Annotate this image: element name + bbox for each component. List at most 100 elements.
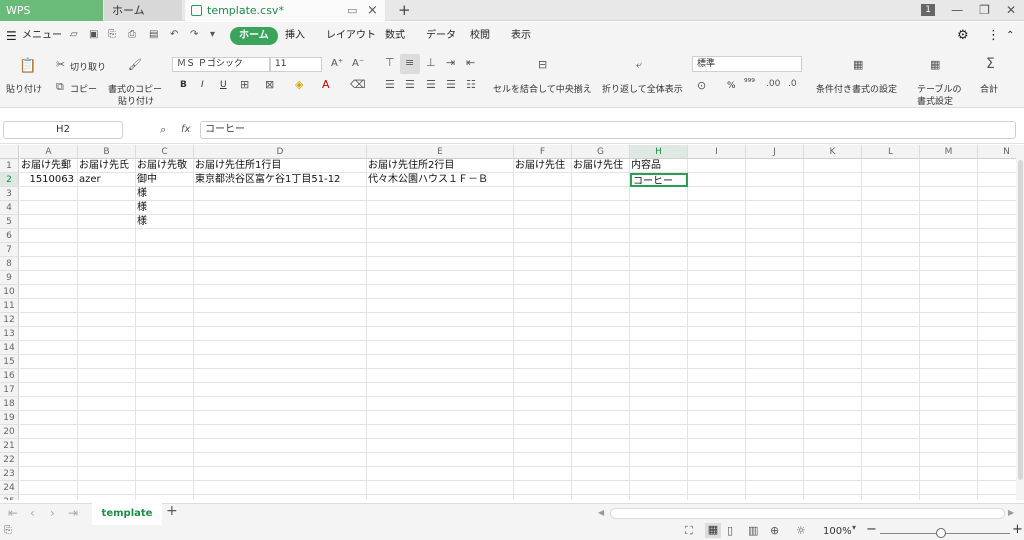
cell-k22[interactable] (804, 453, 862, 467)
reading-mode-icon[interactable]: ⊕ (770, 524, 779, 537)
select-all-corner[interactable] (0, 145, 19, 159)
cell-l15[interactable] (862, 355, 920, 369)
column-header-m[interactable]: M (920, 145, 978, 159)
cell-h16[interactable] (630, 369, 688, 383)
cell-m7[interactable] (920, 243, 978, 257)
cell-n16[interactable] (978, 369, 1016, 383)
save-icon[interactable]: ▣ (89, 29, 98, 40)
hamburger-icon[interactable]: ☰ (6, 22, 17, 50)
app-tab[interactable]: WPS Spreadsheets (0, 0, 103, 38)
cell-k12[interactable] (804, 313, 862, 327)
cell-m1[interactable] (920, 159, 978, 173)
cell-i19[interactable] (688, 411, 746, 425)
column-header-k[interactable]: K (804, 145, 862, 159)
cell-d22[interactable] (194, 453, 367, 467)
cell-l19[interactable] (862, 411, 920, 425)
close-window-icon[interactable]: ✕ (1006, 0, 1016, 21)
preview-icon[interactable]: ▤ (149, 29, 158, 40)
cell-g17[interactable] (572, 383, 630, 397)
cell-b15[interactable] (78, 355, 136, 369)
more-icon[interactable]: ⋮ (987, 22, 1000, 50)
tab-formulas[interactable]: 数式 (385, 22, 405, 50)
undo-icon[interactable]: ↶ (170, 29, 178, 40)
cell-a12[interactable] (20, 313, 78, 327)
cell-c11[interactable] (136, 299, 194, 313)
cell-f2[interactable] (514, 173, 572, 187)
next-sheet-icon[interactable]: › (50, 506, 55, 520)
copy-button[interactable]: コピー (70, 82, 97, 95)
cell-d6[interactable] (194, 229, 367, 243)
cell-g14[interactable] (572, 341, 630, 355)
cell-d4[interactable] (194, 201, 367, 215)
cell-e3[interactable] (367, 187, 514, 201)
cell-d14[interactable] (194, 341, 367, 355)
cell-g23[interactable] (572, 467, 630, 481)
cell-h2[interactable]: コーヒー (630, 173, 688, 187)
cell-j2[interactable] (746, 173, 804, 187)
cell-b1[interactable]: お届け先氏 (78, 159, 136, 173)
cell-c20[interactable] (136, 425, 194, 439)
cell-a23[interactable] (20, 467, 78, 481)
cell-k20[interactable] (804, 425, 862, 439)
cell-c25[interactable] (136, 495, 194, 500)
row-header-12[interactable]: 12 (0, 313, 19, 327)
cell-a4[interactable] (20, 201, 78, 215)
cell-i9[interactable] (688, 271, 746, 285)
cell-e7[interactable] (367, 243, 514, 257)
font-color-icon[interactable]: A (322, 78, 330, 91)
cell-l21[interactable] (862, 439, 920, 453)
cell-b3[interactable] (78, 187, 136, 201)
sheet-tab-template[interactable]: template (92, 503, 162, 525)
cell-n7[interactable] (978, 243, 1016, 257)
cell-l11[interactable] (862, 299, 920, 313)
indent-icon[interactable]: ⇥ (446, 56, 455, 69)
row-header-18[interactable]: 18 (0, 397, 19, 411)
cell-l12[interactable] (862, 313, 920, 327)
cell-a18[interactable] (20, 397, 78, 411)
cell-m20[interactable] (920, 425, 978, 439)
cell-n15[interactable] (978, 355, 1016, 369)
cell-k5[interactable] (804, 215, 862, 229)
cell-f19[interactable] (514, 411, 572, 425)
paste-button[interactable]: 貼り付け (6, 82, 42, 95)
cell-i11[interactable] (688, 299, 746, 313)
zoom-in-button[interactable]: + (1012, 522, 1023, 537)
cell-n14[interactable] (978, 341, 1016, 355)
cell-c5[interactable]: 様 (136, 215, 194, 229)
zoom-slider-knob[interactable] (936, 528, 946, 538)
cell-l8[interactable] (862, 257, 920, 271)
column-header-g[interactable]: G (572, 145, 630, 159)
cell-g12[interactable] (572, 313, 630, 327)
cell-f10[interactable] (514, 285, 572, 299)
cell-j18[interactable] (746, 397, 804, 411)
align-top-icon[interactable]: ⊤ (385, 56, 395, 69)
page-view-icon[interactable]: ▯ (727, 524, 733, 537)
cell-k24[interactable] (804, 481, 862, 495)
cell-a2[interactable]: 1510063 (20, 173, 78, 187)
cell-e9[interactable] (367, 271, 514, 285)
cell-c24[interactable] (136, 481, 194, 495)
cell-g20[interactable] (572, 425, 630, 439)
cell-b9[interactable] (78, 271, 136, 285)
cell-j11[interactable] (746, 299, 804, 313)
cell-j10[interactable] (746, 285, 804, 299)
cell-e10[interactable] (367, 285, 514, 299)
column-header-h[interactable]: H (630, 145, 688, 159)
cell-g1[interactable]: お届け先住 (572, 159, 630, 173)
cell-b6[interactable] (78, 229, 136, 243)
border-icon[interactable]: ⊞ (240, 78, 249, 91)
conditional-format-icon[interactable]: ▦ (853, 58, 863, 71)
cell-b7[interactable] (78, 243, 136, 257)
cell-l7[interactable] (862, 243, 920, 257)
cell-k3[interactable] (804, 187, 862, 201)
cell-a9[interactable] (20, 271, 78, 285)
cell-h19[interactable] (630, 411, 688, 425)
cell-h10[interactable] (630, 285, 688, 299)
cell-i25[interactable] (688, 495, 746, 500)
cell-l22[interactable] (862, 453, 920, 467)
spreadsheet-grid[interactable]: ABCDEFGHIJKLMN 1 お届け先郵 お届け先氏 お届け先敬 お届け先住所1行目… (0, 145, 1016, 500)
cell-h20[interactable] (630, 425, 688, 439)
cell-a7[interactable] (20, 243, 78, 257)
cell-n2[interactable] (978, 173, 1016, 187)
cell-m10[interactable] (920, 285, 978, 299)
